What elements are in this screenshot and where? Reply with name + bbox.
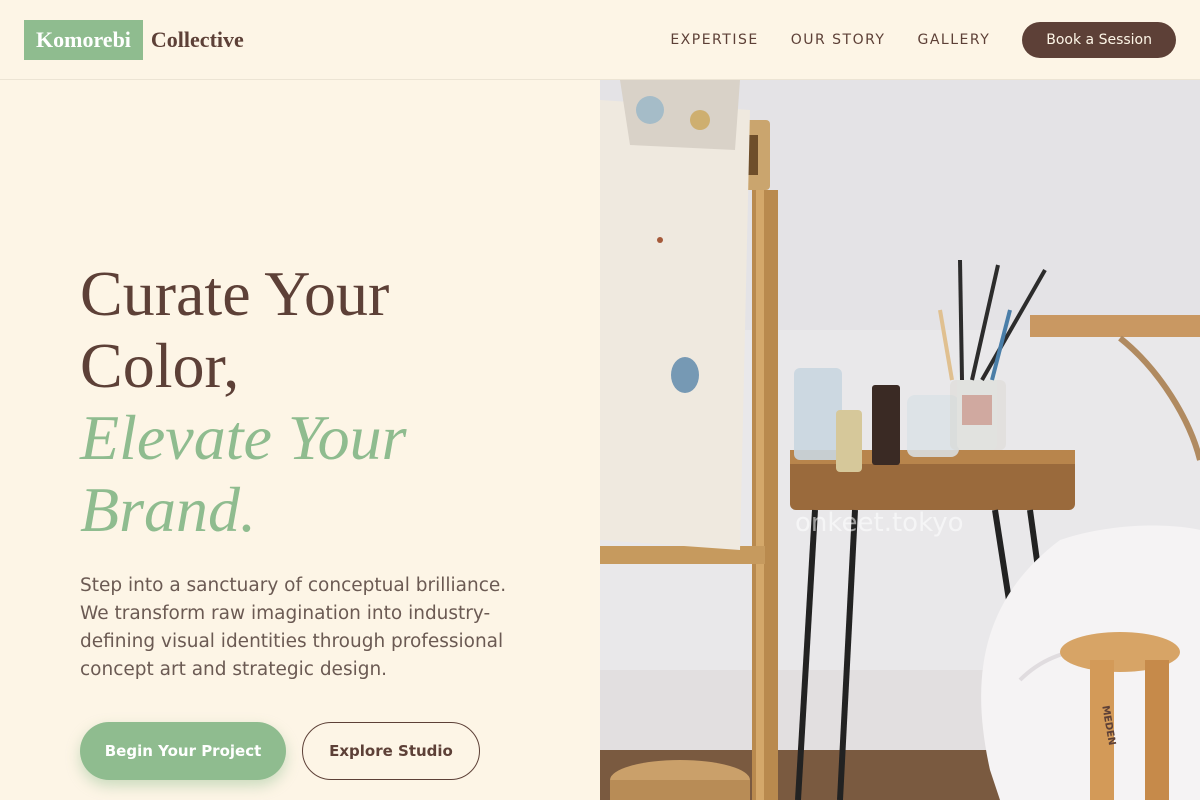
headline-line-1: Curate Your bbox=[80, 258, 390, 329]
hero-subtitle: Step into a sanctuary of conceptual bril… bbox=[80, 575, 507, 680]
nav-link-expertise[interactable]: EXPERTISE bbox=[670, 32, 758, 48]
studio-illustration bbox=[600, 80, 1200, 800]
main-nav: EXPERTISE OUR STORY GALLERY Book a Sessi… bbox=[670, 22, 1176, 58]
begin-project-button[interactable]: Begin Your Project bbox=[80, 722, 286, 780]
studio-photo: onkeet.tokyo MEDEN bbox=[600, 80, 1200, 800]
hero-actions: Begin Your Project Explore Studio bbox=[80, 722, 480, 780]
hero-text: Curate Your Color, Elevate Your Brand. S… bbox=[80, 258, 540, 684]
logo-wordmark: Collective bbox=[150, 27, 244, 52]
headline-line-2: Color, bbox=[80, 330, 240, 401]
nav-link-gallery[interactable]: GALLERY bbox=[917, 32, 990, 48]
site-header: Komorebi Collective EXPERTISE OUR STORY … bbox=[0, 0, 1200, 80]
headline-line-3: Elevate Your bbox=[80, 402, 407, 473]
headline-line-4: Brand. bbox=[80, 474, 256, 545]
explore-studio-button[interactable]: Explore Studio bbox=[302, 722, 480, 780]
book-session-button[interactable]: Book a Session bbox=[1022, 22, 1176, 58]
brand-logo[interactable]: Komorebi Collective bbox=[24, 20, 244, 60]
photo-watermark: onkeet.tokyo bbox=[795, 508, 964, 538]
nav-link-our-story[interactable]: OUR STORY bbox=[791, 32, 886, 48]
hero-headline: Curate Your Color, Elevate Your Brand. bbox=[80, 258, 540, 546]
logo-badge: Komorebi bbox=[24, 20, 143, 60]
